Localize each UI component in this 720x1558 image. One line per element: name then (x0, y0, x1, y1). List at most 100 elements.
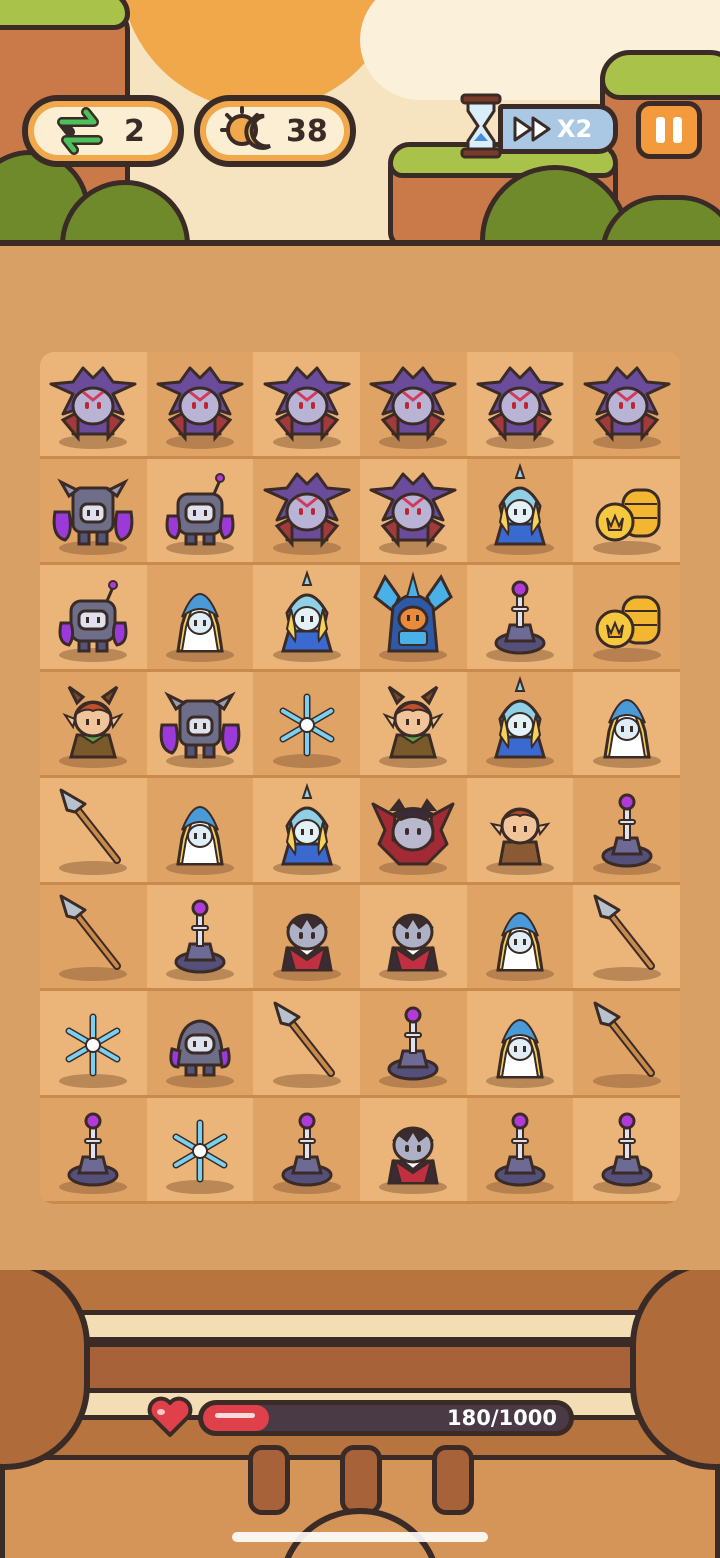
board-cell[interactable] (466, 458, 574, 565)
vampire-icon (272, 913, 341, 982)
board-cell[interactable] (253, 671, 360, 778)
board-cell[interactable] (573, 671, 680, 778)
board-cell[interactable] (573, 778, 680, 885)
board-cell[interactable] (253, 458, 360, 565)
hooded-cleric-icon (592, 699, 661, 769)
swap-counter[interactable]: 2 (22, 95, 184, 167)
board-cell[interactable] (360, 1097, 467, 1204)
snowflake-icon (272, 693, 341, 769)
spear-icon (59, 788, 128, 875)
board-cell[interactable] (360, 352, 467, 459)
spear-icon (59, 894, 128, 982)
board-cell[interactable] (253, 991, 360, 1098)
board-cell[interactable] (360, 991, 467, 1098)
board-cell[interactable] (40, 352, 147, 459)
board-cell[interactable] (40, 778, 147, 885)
energy-counter[interactable]: 38 (194, 95, 356, 167)
board-cell[interactable] (573, 352, 680, 459)
snowflake-icon (59, 1013, 128, 1088)
board-cell[interactable] (466, 1097, 574, 1204)
board-cell[interactable] (40, 671, 147, 778)
dark-dragon-lord-icon (263, 366, 351, 449)
post-decoration (340, 1445, 382, 1515)
dark-dragon-lord-icon (156, 366, 244, 449)
speed-x2-button[interactable]: X2 (498, 104, 618, 154)
elf-boy-icon (485, 807, 554, 875)
purple-tesla-tower-icon (379, 1006, 448, 1088)
horned-elf-icon (379, 686, 448, 769)
board-cell[interactable] (40, 458, 147, 565)
purple-tesla-tower-icon (485, 1112, 554, 1195)
post-decoration (432, 1445, 474, 1515)
pause-button[interactable] (636, 101, 702, 159)
board-cell[interactable] (253, 778, 360, 885)
board-cell[interactable] (146, 884, 254, 991)
board-cell[interactable] (146, 565, 254, 672)
purple-tesla-tower-icon (59, 1112, 128, 1195)
board-cell[interactable] (146, 1097, 254, 1204)
board-cell[interactable] (253, 884, 360, 991)
board-cell[interactable] (466, 565, 574, 672)
board-cell[interactable] (573, 565, 680, 672)
dark-dragon-lord-icon (263, 472, 351, 556)
board-cell[interactable] (573, 1097, 680, 1204)
board-cell[interactable] (360, 778, 467, 885)
spear-icon (592, 894, 661, 982)
board-cell[interactable] (40, 991, 147, 1098)
board-cell[interactable] (573, 458, 680, 565)
gold-coins-icon (592, 595, 661, 662)
purple-tesla-tower-icon (485, 580, 554, 662)
board-cell[interactable] (253, 565, 360, 672)
vampire-icon (379, 1126, 448, 1195)
spear-icon (592, 1001, 661, 1088)
vampire-icon (379, 913, 448, 982)
ice-knight-icon (373, 570, 454, 662)
purple-tesla-tower-icon (592, 793, 661, 875)
purple-tesla-tower-icon (165, 899, 234, 982)
fast-forward-icon (513, 116, 551, 142)
dark-dragon-lord-icon (49, 366, 137, 449)
snowflake-icon (165, 1119, 234, 1195)
sun-decoration (120, 0, 400, 110)
grass-decoration (600, 50, 720, 100)
health-bar-shine (215, 1413, 255, 1418)
board-cell[interactable] (466, 671, 574, 778)
purple-tesla-tower-icon (272, 1112, 341, 1195)
board-cell[interactable] (40, 1097, 147, 1204)
home-indicator[interactable] (232, 1532, 488, 1542)
board-cell[interactable] (466, 991, 574, 1098)
right-cannon (630, 1270, 720, 1470)
dark-dragon-lord-icon (583, 366, 671, 449)
hooded-cleric-icon (165, 593, 234, 662)
rail-decoration (0, 1310, 720, 1342)
grass-decoration (0, 0, 130, 30)
purple-blob-icon (165, 1019, 234, 1088)
vampire-lord-icon (371, 798, 455, 875)
board-cell[interactable] (573, 991, 680, 1098)
board-cell[interactable] (466, 352, 574, 459)
board-cell[interactable] (40, 565, 147, 672)
swap-count: 2 (124, 113, 145, 149)
board-cell[interactable] (573, 884, 680, 991)
board-cell[interactable] (146, 671, 254, 778)
swap-arrows-icon (57, 107, 103, 155)
board-cell[interactable] (360, 884, 467, 991)
dark-dragon-lord-icon (476, 366, 564, 449)
board-cell[interactable] (466, 778, 574, 885)
board-cell[interactable] (146, 352, 254, 459)
board-cell[interactable] (146, 778, 254, 885)
board-cell[interactable] (466, 884, 574, 991)
board-cell[interactable] (360, 565, 467, 672)
ice-mage-icon (485, 463, 554, 556)
hooded-cleric-icon (485, 1019, 554, 1088)
dark-dragon-lord-icon (369, 366, 457, 449)
pause-icon (656, 117, 665, 143)
board-cell[interactable] (253, 352, 360, 459)
board-cell[interactable] (360, 458, 467, 565)
board-cell[interactable] (253, 1097, 360, 1204)
board-cell[interactable] (40, 884, 147, 991)
energy-count: 38 (286, 113, 328, 149)
board-cell[interactable] (146, 458, 254, 565)
board-cell[interactable] (360, 671, 467, 778)
board-cell[interactable] (146, 991, 254, 1098)
